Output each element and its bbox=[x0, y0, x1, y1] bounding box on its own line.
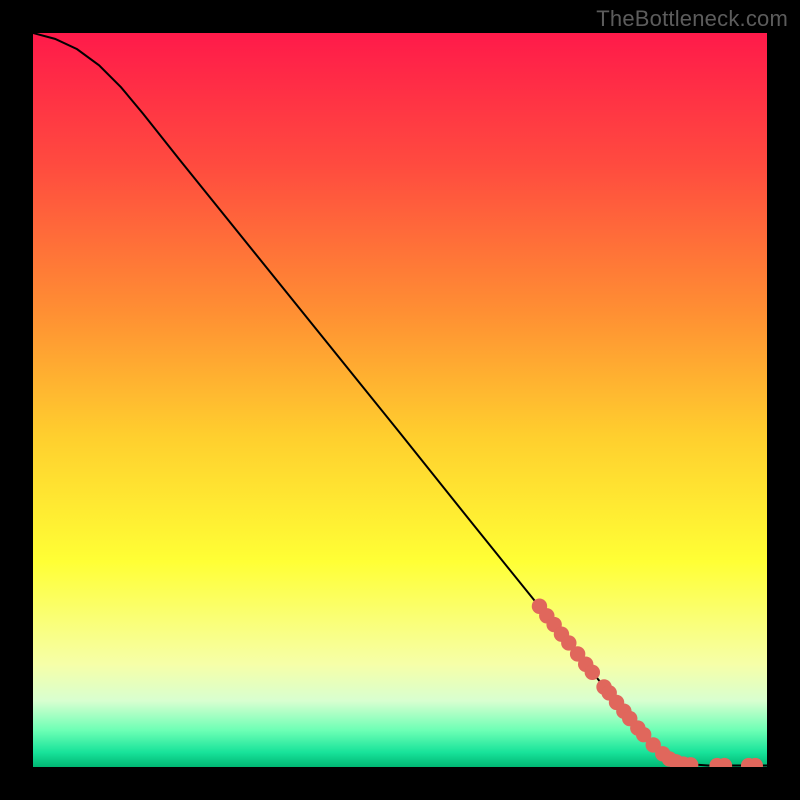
chart-frame: TheBottleneck.com bbox=[0, 0, 800, 800]
data-marker bbox=[585, 665, 600, 680]
gradient-background bbox=[33, 33, 767, 767]
chart-svg bbox=[33, 33, 767, 767]
plot-area bbox=[33, 33, 767, 767]
attribution-text: TheBottleneck.com bbox=[596, 6, 788, 32]
